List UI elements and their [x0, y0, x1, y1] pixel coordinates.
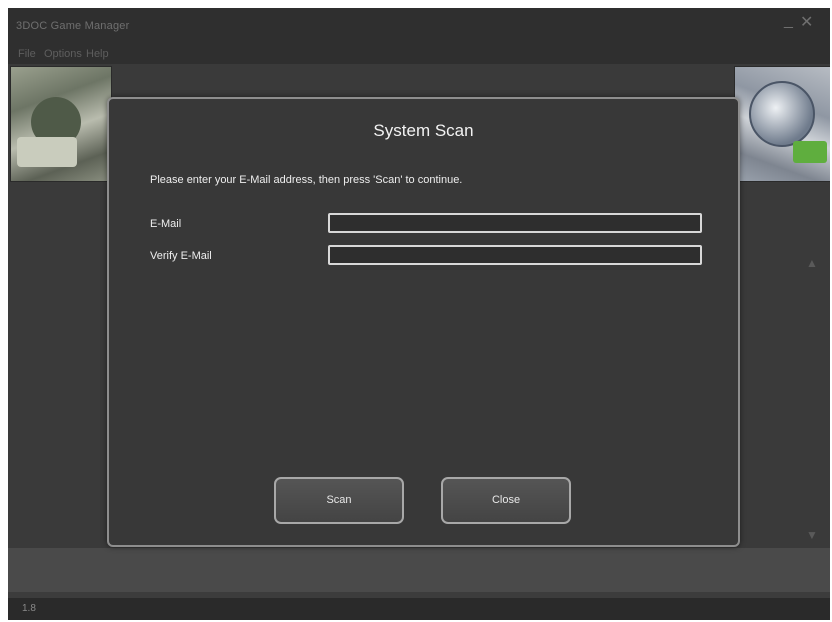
bottom-panel — [8, 548, 830, 592]
minimize-icon[interactable]: _ — [784, 13, 793, 29]
verify-email-label: Verify E-Mail — [150, 250, 212, 262]
menu-bar: File Options Help — [8, 44, 830, 64]
status-bar: 1.8 — [8, 598, 830, 620]
close-icon[interactable]: ✕ — [800, 15, 813, 31]
banner-art — [17, 137, 77, 167]
scan-button[interactable]: Scan — [274, 477, 404, 524]
banner-art — [793, 141, 827, 163]
menu-file[interactable]: File — [18, 48, 36, 60]
menu-options[interactable]: Options — [44, 48, 82, 60]
menu-help[interactable]: Help — [86, 48, 109, 60]
app-window: 3DOC Game Manager _ ✕ File Options Help … — [8, 8, 830, 620]
globe-art — [749, 81, 815, 147]
app-title: 3DOC Game Manager — [16, 20, 130, 32]
scroll-down-icon[interactable]: ▼ — [806, 528, 818, 542]
title-bar: 3DOC Game Manager _ ✕ — [8, 8, 830, 44]
dialog-title: System Scan — [373, 121, 474, 140]
email-field[interactable] — [328, 213, 702, 233]
version-label: 1.8 — [22, 603, 36, 614]
system-scan-dialog: System Scan Please enter your E-Mail add… — [107, 97, 740, 547]
email-label: E-Mail — [150, 218, 182, 230]
game-banner-left[interactable] — [10, 66, 112, 182]
verify-email-field[interactable] — [328, 245, 702, 265]
instruction-text: Please enter your E-Mail address, then p… — [150, 174, 463, 186]
close-button[interactable]: Close — [441, 477, 571, 524]
scroll-up-icon[interactable]: ▲ — [806, 256, 818, 270]
game-banner-right[interactable] — [734, 66, 830, 182]
